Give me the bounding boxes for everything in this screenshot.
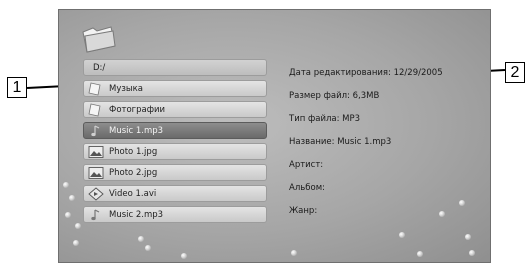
file-browser-screen: D:/ Музыка Фотографии Music 1.mp3 Photo … — [58, 9, 491, 263]
list-item-label: Photo 2.jpg — [109, 167, 158, 178]
list-item-label: Музыка — [109, 83, 143, 94]
current-path-bar[interactable]: D:/ — [83, 59, 267, 76]
photo-icon — [88, 145, 104, 158]
list-item-label: Фотографии — [109, 104, 166, 115]
list-item[interactable]: Photo 1.jpg — [83, 143, 267, 160]
photo-icon — [88, 166, 104, 179]
info-modified-date: Дата редактирования: 12/29/2005 — [289, 68, 443, 78]
music-note-icon — [91, 124, 100, 136]
bubble-decoration — [145, 245, 151, 251]
list-item-label: Video 1.avi — [109, 188, 157, 199]
list-item-label: Photo 1.jpg — [109, 146, 158, 157]
bubble-decoration — [399, 232, 405, 238]
list-item[interactable]: Music 2.mp3 — [83, 206, 267, 223]
video-icon — [88, 186, 104, 201]
info-file-type: Тип файла: MP3 — [289, 114, 361, 124]
bubble-decoration — [469, 250, 475, 256]
info-genre: Жанр: — [289, 206, 318, 216]
list-item[interactable]: Фотографии — [83, 101, 267, 118]
info-artist: Артист: — [289, 160, 324, 170]
bubble-decoration — [138, 236, 144, 242]
info-album: Альбом: — [289, 183, 325, 193]
list-item[interactable]: Video 1.avi — [83, 185, 267, 202]
folder-icon — [88, 103, 101, 116]
music-note-icon — [91, 208, 100, 220]
list-item-label: Music 2.mp3 — [109, 209, 164, 220]
callout-2-number: 2 — [510, 63, 520, 81]
folder-icon — [82, 26, 116, 53]
list-item-selected[interactable]: Music 1.mp3 — [83, 122, 267, 139]
bubble-decoration — [75, 223, 81, 229]
bubble-decoration — [73, 240, 79, 246]
info-title: Название: Music 1.mp3 — [289, 137, 392, 147]
list-item[interactable]: Photo 2.jpg — [83, 164, 267, 181]
current-path: D:/ — [93, 62, 106, 73]
bubble-decoration — [63, 182, 69, 188]
info-file-size: Размер файл: 6,3MB — [289, 91, 380, 101]
bubble-decoration — [65, 212, 71, 218]
callout-2: 2 — [505, 62, 525, 83]
folder-icon — [88, 82, 101, 95]
callout-1: 1 — [7, 77, 27, 98]
list-item[interactable]: Музыка — [83, 80, 267, 97]
bubble-decoration — [459, 200, 465, 206]
list-item-label: Music 1.mp3 — [109, 125, 164, 136]
callout-1-number: 1 — [12, 78, 22, 96]
bubble-decoration — [181, 253, 187, 259]
bubble-decoration — [291, 250, 297, 256]
file-info-panel: Дата редактирования: 12/29/2005 Размер ф… — [289, 68, 443, 229]
bubble-decoration — [69, 195, 75, 201]
file-list: D:/ Музыка Фотографии Music 1.mp3 Photo … — [83, 59, 267, 227]
bubble-decoration — [417, 251, 423, 257]
bubble-decoration — [465, 234, 471, 240]
